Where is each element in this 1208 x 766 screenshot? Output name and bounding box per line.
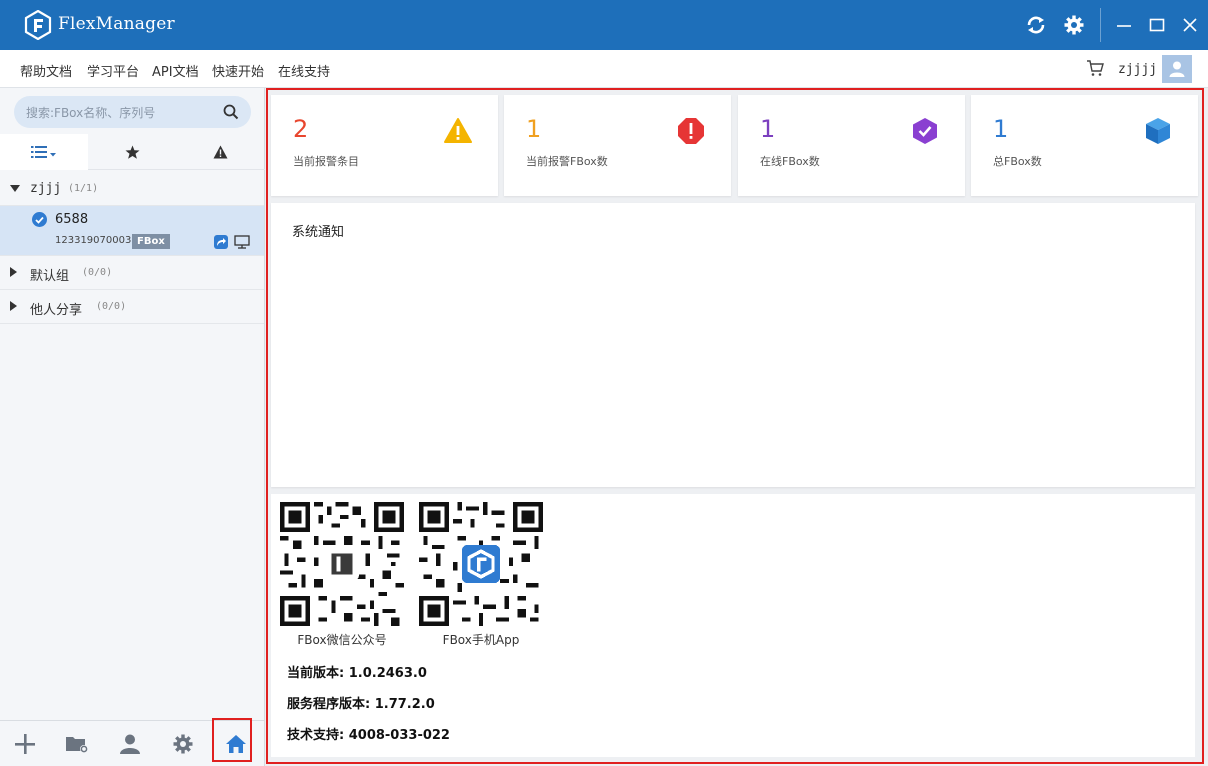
avatar[interactable]	[1162, 55, 1192, 83]
sidebar-tabs	[0, 134, 265, 170]
user-avatar-icon	[1169, 61, 1185, 77]
menu-bar: 帮助文档 学习平台 API文档 快速开始 在线支持 zjjjj	[0, 50, 1208, 88]
search-icon[interactable]	[223, 104, 239, 120]
device-type-badge: FBox	[132, 234, 170, 249]
close-icon[interactable]	[1177, 12, 1203, 38]
group-name: 默认组	[30, 269, 70, 284]
sidebar: 搜索:FBox名称、序列号 zjjj (1/1) 6588 1233190700…	[0, 88, 265, 766]
tab-device-list[interactable]	[0, 134, 88, 170]
group-count: (0/0)	[82, 267, 113, 278]
share-icon[interactable]	[214, 235, 228, 249]
titlebar-divider	[1100, 8, 1101, 42]
group-name: 他人分享	[30, 303, 83, 318]
group-name: zjjj	[30, 181, 62, 196]
title-bar: FlexManager	[0, 0, 1208, 50]
expand-arrow-icon[interactable]	[10, 267, 17, 277]
add-icon[interactable]	[12, 731, 38, 757]
group-zjjj[interactable]: zjjj (1/1)	[0, 172, 264, 206]
menu-api-docs[interactable]: API文档	[152, 61, 199, 80]
monitor-icon[interactable]	[234, 235, 250, 249]
menu-online-support[interactable]: 在线支持	[278, 61, 330, 80]
menu-quick-start[interactable]: 快速开始	[212, 61, 264, 80]
warning-icon	[213, 145, 227, 159]
group-count: (1/1)	[68, 183, 99, 194]
refresh-icon[interactable]	[1023, 12, 1049, 38]
tab-favorites[interactable]	[88, 134, 176, 170]
star-icon	[125, 145, 139, 159]
user-icon[interactable]	[117, 731, 143, 757]
tab-alarms[interactable]	[176, 134, 264, 170]
menu-help-docs[interactable]: 帮助文档	[20, 61, 72, 80]
minimize-icon[interactable]	[1111, 12, 1137, 38]
main-area-highlight	[266, 88, 1204, 764]
expand-arrow-icon[interactable]	[10, 185, 20, 192]
device-name: 6588	[55, 212, 89, 227]
search-placeholder: 搜索:FBox名称、序列号	[26, 106, 156, 120]
username[interactable]: zjjjj	[1118, 62, 1157, 77]
device-serial: 123319070003	[55, 235, 132, 246]
expand-arrow-icon[interactable]	[10, 301, 17, 311]
group-default[interactable]: 默认组 (0/0)	[0, 256, 264, 290]
online-check-icon	[32, 212, 47, 227]
app-title: FlexManager	[58, 14, 175, 34]
device-item-6588[interactable]: 6588 123319070003 FBox	[0, 206, 264, 256]
list-icon	[31, 146, 56, 158]
app-logo-icon	[24, 10, 52, 40]
group-count: (0/0)	[96, 301, 127, 312]
home-highlight	[212, 718, 252, 762]
folder-settings-icon[interactable]	[64, 731, 90, 757]
device-tree: zjjj (1/1) 6588 123319070003 FBox 默认组 (0…	[0, 172, 264, 324]
settings-icon[interactable]	[170, 731, 196, 757]
cart-icon[interactable]	[1086, 59, 1104, 77]
maximize-icon[interactable]	[1144, 12, 1170, 38]
gear-icon[interactable]	[1061, 12, 1087, 38]
menu-learning-platform[interactable]: 学习平台	[87, 61, 139, 80]
group-shared[interactable]: 他人分享 (0/0)	[0, 290, 264, 324]
search-input[interactable]: 搜索:FBox名称、序列号	[14, 96, 251, 128]
